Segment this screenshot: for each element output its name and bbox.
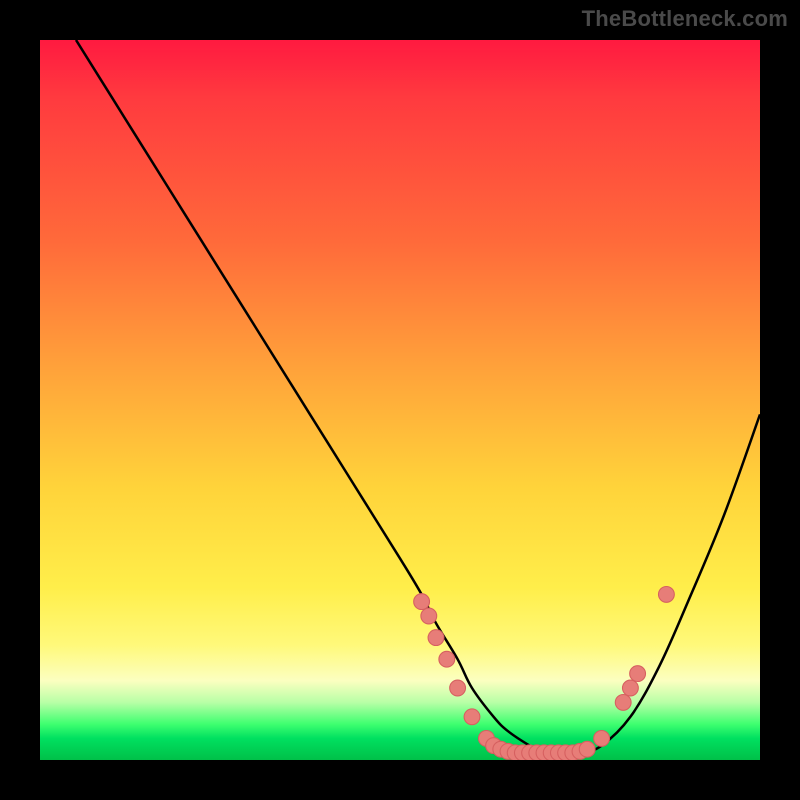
data-point — [439, 651, 455, 667]
data-point — [414, 594, 430, 610]
chart-frame: TheBottleneck.com — [0, 0, 800, 800]
data-point — [421, 608, 437, 624]
data-point — [464, 709, 480, 725]
data-point — [428, 630, 444, 646]
data-point — [579, 741, 595, 757]
data-point — [615, 694, 631, 710]
plot-area — [40, 40, 760, 760]
data-point — [658, 586, 674, 602]
data-points — [414, 586, 675, 760]
chart-svg — [40, 40, 760, 760]
bottleneck-curve — [76, 40, 760, 753]
attribution-text: TheBottleneck.com — [582, 6, 788, 32]
data-point — [450, 680, 466, 696]
data-point — [594, 730, 610, 746]
data-point — [630, 666, 646, 682]
data-point — [622, 680, 638, 696]
